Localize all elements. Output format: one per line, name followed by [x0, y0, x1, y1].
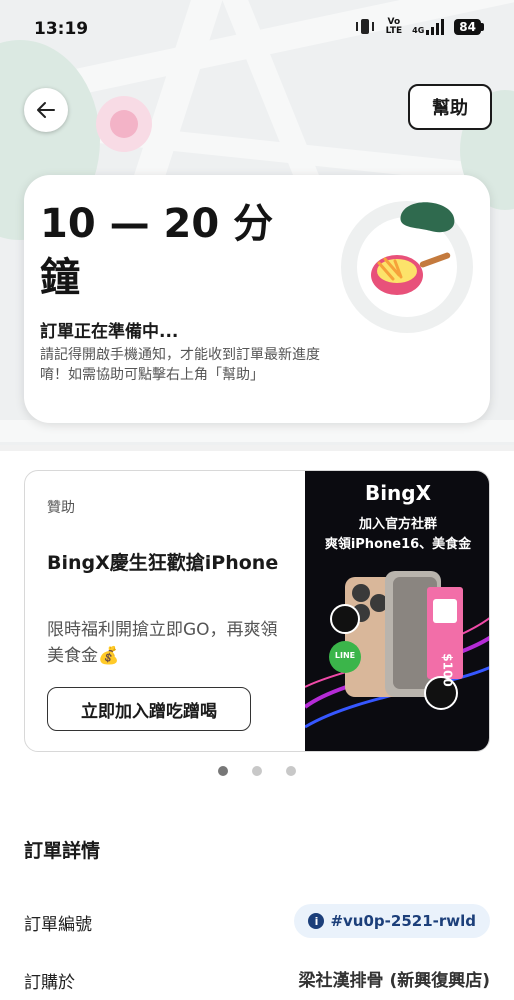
info-icon: i	[308, 913, 325, 929]
cooking-pan-illustration	[341, 201, 473, 333]
ad-title: BingX慶生狂歡搶iPhone	[47, 552, 279, 574]
carousel-dot[interactable]	[218, 766, 228, 776]
status-icons: Vo LTE 4G 84	[354, 18, 484, 36]
vibrate-icon	[354, 18, 376, 36]
back-button[interactable]	[24, 88, 68, 132]
ad-image[interactable]: BingX 加入官方社群 爽領iPhone16、美食金 LINE $100	[305, 471, 489, 751]
sponsored-ad-card[interactable]: 贊助 BingX慶生狂歡搶iPhone 限時福利開搶立即GO，再爽領美食金💰 立…	[24, 470, 490, 752]
order-status: 訂單正在準備中...	[40, 322, 179, 342]
help-button[interactable]: 幫助	[408, 84, 492, 130]
ad-description: 限時福利開搶立即GO，再爽領美食金💰	[47, 620, 278, 666]
eta-card: 10 — 20 分鐘 訂單正在準備中... 請記得開啟手機通知，才能收到訂單最新…	[24, 175, 490, 423]
carousel-dot[interactable]	[286, 766, 296, 776]
ad-image-line1: 加入官方社群	[358, 517, 437, 532]
store-name: 梁社漢排骨 (新興復興店)	[298, 971, 490, 991]
ad-cta-button[interactable]: 立即加入蹭吃蹭喝	[47, 687, 251, 731]
network-type: 4G	[412, 26, 425, 35]
order-id-label: 訂單編號	[24, 915, 92, 935]
battery-level: 84	[454, 19, 481, 35]
order-id-chip[interactable]: i #vu0p-2521-rwld	[294, 904, 490, 938]
ad-image-line-badge: LINE	[334, 651, 356, 660]
order-status-description: 請記得開啟手機通知，才能收到訂單最新進度唷！如需協助可點擊右上角「幫助」	[40, 347, 320, 383]
battery-icon: 84	[454, 19, 484, 35]
ad-image-brand: BingX	[364, 481, 432, 505]
signal-icon	[426, 19, 445, 35]
ad-image-coupon: $100	[440, 653, 455, 687]
eta-time-range: 10 — 20 分鐘	[40, 201, 274, 301]
carousel-dot[interactable]	[252, 766, 262, 776]
order-id-value: #vu0p-2521-rwld	[330, 912, 476, 930]
status-time: 13:19	[34, 19, 89, 39]
order-details-title: 訂單詳情	[24, 840, 101, 862]
section-divider	[0, 445, 514, 451]
status-bar: 13:19 Vo LTE 4G 84	[0, 0, 514, 58]
carousel-dots	[0, 766, 514, 776]
volte-icon: Vo LTE	[385, 17, 403, 36]
ad-image-line2: 爽領iPhone16、美食金	[324, 537, 472, 552]
arrow-left-icon	[37, 102, 55, 118]
sponsored-label: 贊助	[47, 500, 75, 516]
ordered-from-label: 訂購於	[24, 973, 75, 993]
